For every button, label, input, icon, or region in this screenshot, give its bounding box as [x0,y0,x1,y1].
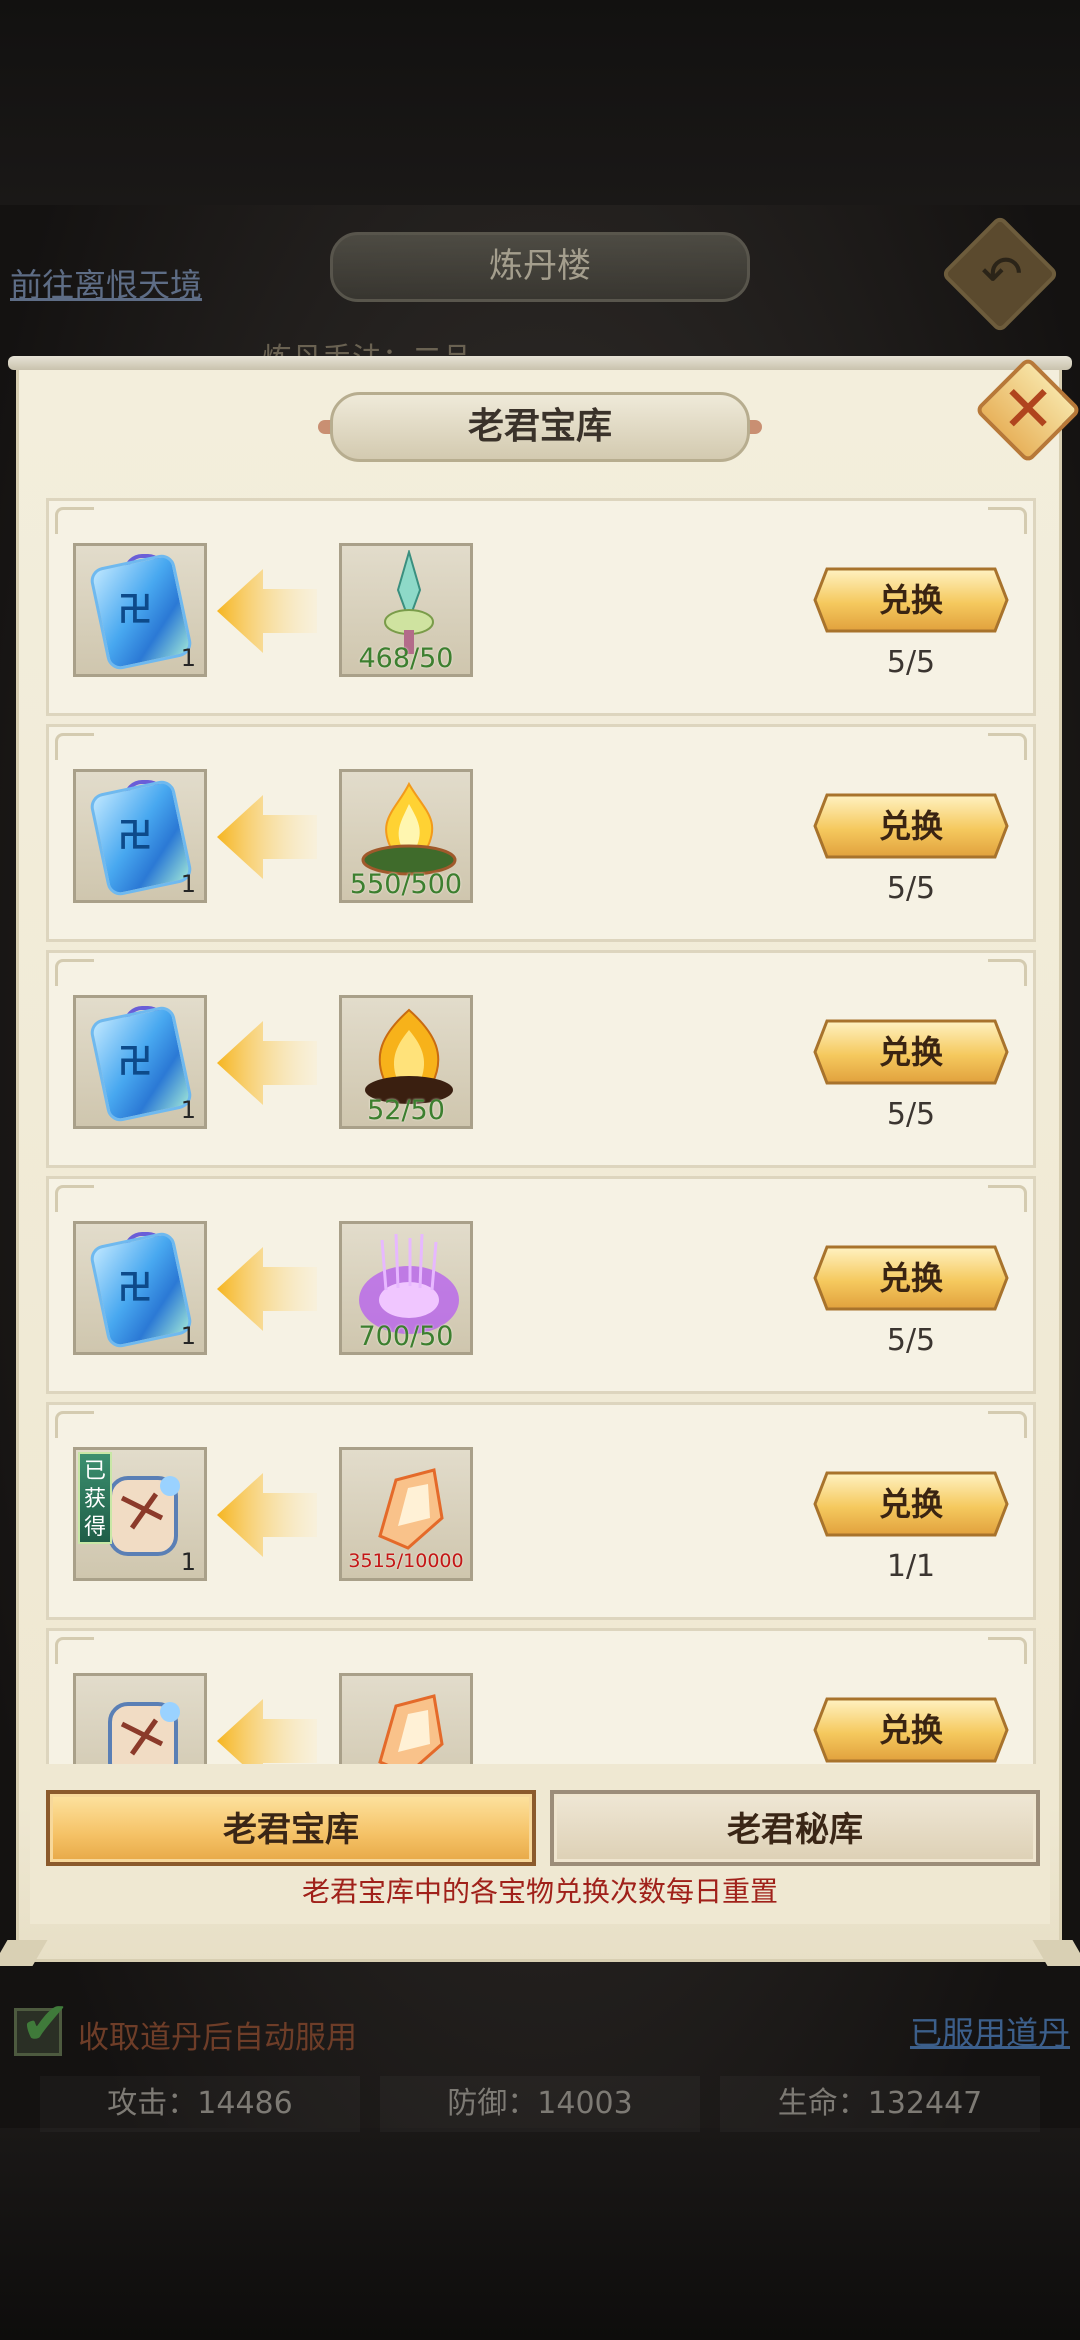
remaining-count: 5/5 [886,1097,936,1132]
exchange-button[interactable]: 兑换 [813,1019,1009,1085]
cost-slot[interactable]: 550/500 [339,769,473,903]
tab-laojun-secret-vault[interactable]: 老君秘库 [550,1790,1040,1866]
arrow-left-icon [217,1247,317,1331]
exchange-list[interactable]: 卍 1 468/50 兑换 5/5 卍 1 550/500 兑换 5/5 卍 1… [46,498,1036,1764]
talisman-rune: 卍 [118,816,152,856]
cost-slot[interactable]: 700/50 [339,1221,473,1355]
cost-slot[interactable]: 52/50 [339,995,473,1129]
used-pills-link[interactable]: 已服用道丹 [910,2008,1070,2054]
reward-quantity: 1 [180,1322,196,1350]
talisman-rune: 卍 [118,1268,152,1308]
exchange-row: 卍 1 700/50 兑换 5/5 [46,1176,1036,1394]
exchange-label: 兑换 [878,1259,943,1297]
exchange-row: 兑换 [46,1628,1036,1764]
cost-slot[interactable]: 3515/10000 [339,1447,473,1581]
cost-progress: 468/50 [358,643,454,674]
arrow-left-icon [217,569,317,653]
remaining-count: 5/5 [886,645,936,680]
scroll-charm-icon [108,1702,180,1764]
exchange-button[interactable]: 兑换 [813,793,1009,859]
exchange-row: 卍 1 52/50 兑换 5/5 [46,950,1036,1168]
attack-stat: 攻击：14486 [40,2076,360,2132]
arrow-left-icon [217,1473,317,1557]
cost-progress: 700/50 [358,1321,454,1352]
go-to-realm-link[interactable]: 前往离恨天境 [10,260,202,306]
bottom-bar [0,2128,1080,2340]
close-icon: ✕ [1001,373,1055,447]
cost-slot[interactable] [339,1673,473,1764]
exchange-button[interactable]: 兑换 [813,1697,1009,1763]
remaining-count: 5/5 [886,1323,936,1358]
remaining-count: 5/5 [886,871,936,906]
tab-laojun-treasury[interactable]: 老君宝库 [46,1790,536,1866]
remaining-count: 1/1 [886,1549,936,1584]
exchange-label: 兑换 [878,581,943,619]
reward-slot[interactable]: 卍 1 [73,1221,207,1355]
reward-quantity: 1 [180,870,196,898]
talisman-rune: 卍 [118,590,152,630]
cost-progress: 52/50 [367,1095,445,1126]
exchange-button[interactable]: 兑换 [813,1245,1009,1311]
reward-slot[interactable] [73,1673,207,1764]
talisman-rune: 卍 [118,1042,152,1082]
alchemy-tower-title: 炼丹楼 [330,232,750,302]
exchange-label: 兑换 [878,1711,943,1749]
dialog-title: 老君宝库 [330,392,750,462]
scroll-rod [8,356,1072,370]
defense-stat: 防御：14003 [380,2076,700,2132]
reward-slot[interactable]: 卍 1 [73,769,207,903]
reward-quantity: 1 [180,1096,196,1124]
cost-progress: 3515/10000 [348,1550,464,1572]
auto-use-label: 收取道丹后自动服用 [78,2020,357,2056]
reward-slot[interactable]: 已获得 1 [73,1447,207,1581]
exchange-label: 兑换 [878,1485,943,1523]
checkmark-icon: ✔ [20,1989,71,2059]
exchange-button[interactable]: 兑换 [813,567,1009,633]
arrow-left-icon [217,1021,317,1105]
hp-stat: 生命：132447 [720,2076,1040,2132]
obtained-badge: 已获得 [78,1452,112,1544]
back-arrow-icon: ↶ [981,245,1023,303]
flame-cauldron-icon [361,781,457,876]
exchange-row: 卍 1 468/50 兑换 5/5 [46,498,1036,716]
arrow-left-icon [217,795,317,879]
exchange-button[interactable]: 兑换 [813,1471,1009,1537]
reward-slot[interactable]: 卍 1 [73,543,207,677]
fire-crystal-icon [378,1468,444,1550]
arrow-left-icon [217,1699,317,1764]
cost-slot[interactable]: 468/50 [339,543,473,677]
reward-quantity: 1 [180,1548,196,1576]
daily-reset-hint: 老君宝库中的各宝物兑换次数每日重置 [301,1875,778,1908]
top-bar [0,0,1080,205]
exchange-label: 兑换 [878,1033,943,1071]
exchange-label: 兑换 [878,807,943,845]
reward-slot[interactable]: 卍 1 [73,995,207,1129]
cost-progress: 550/500 [349,869,463,900]
exchange-row: 已获得 1 3515/10000 兑换 1/1 [46,1402,1036,1620]
reward-quantity: 1 [180,644,196,672]
exchange-row: 卍 1 550/500 兑换 5/5 [46,724,1036,942]
fire-crystal-icon [378,1694,444,1764]
